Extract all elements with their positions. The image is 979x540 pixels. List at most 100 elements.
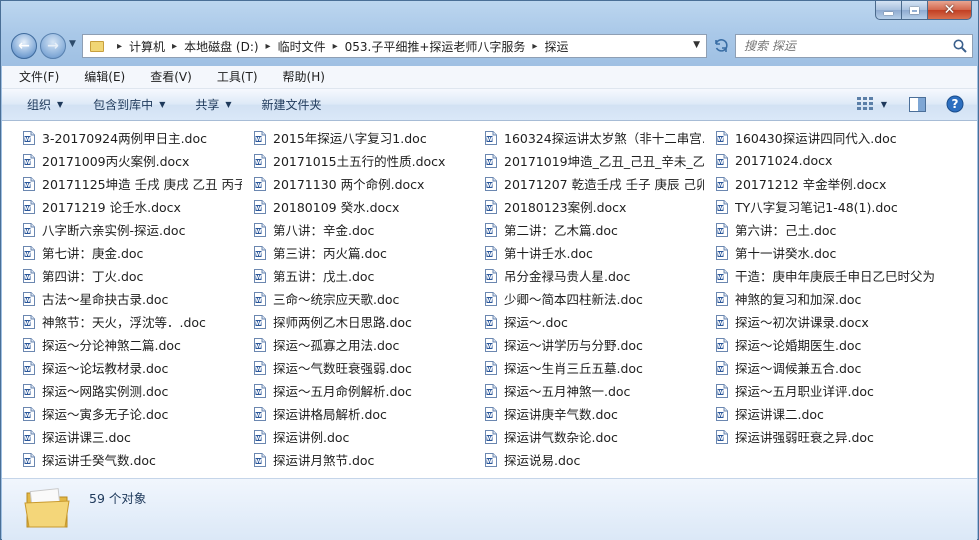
file-item[interactable]: W 探运讲庚辛气数.doc <box>485 402 716 425</box>
file-item[interactable]: W 第十讲壬水.doc <box>485 241 716 264</box>
file-item[interactable]: W 探运讲气数杂论.doc <box>485 425 716 448</box>
file-item[interactable]: W 探运～五月命例解析.doc <box>254 379 485 402</box>
address-bar[interactable]: ▸ 计算机 ▸ 本地磁盘 (D:) ▸ 临时文件 ▸ 053.子平细推+探运老师… <box>82 34 707 58</box>
file-item[interactable]: W TY八字复习笔记1-48(1).doc <box>716 195 947 218</box>
search-input[interactable] <box>736 38 946 54</box>
file-item[interactable]: W 八字断六亲实例-探运.doc <box>23 218 254 241</box>
file-item[interactable]: W 探运讲课三.doc <box>23 425 254 448</box>
file-item[interactable]: W 探运～孤寡之用法.doc <box>254 333 485 356</box>
view-options-button[interactable] <box>853 93 877 115</box>
file-item[interactable]: W 探运～网路实例测.doc <box>23 379 254 402</box>
back-button[interactable]: ← <box>11 33 37 59</box>
file-item[interactable]: W 神煞的复习和加深.doc <box>716 287 947 310</box>
breadcrumb-computer[interactable]: 计算机 <box>129 38 165 55</box>
file-item[interactable]: W 160324探运讲太岁煞（非十二串宫... <box>485 126 716 149</box>
file-name: 探运讲格局解析.doc <box>273 407 387 422</box>
file-item[interactable]: W 探运～论坛教材录.doc <box>23 356 254 379</box>
include-library-button[interactable]: 包含到库中 ▼ <box>85 93 173 117</box>
file-item[interactable]: W 20171009丙火案例.docx <box>23 149 254 172</box>
file-item[interactable]: W 探运～.doc <box>485 310 716 333</box>
maximize-button[interactable] <box>902 1 928 20</box>
file-item[interactable]: W 探运～寅多无子论.doc <box>23 402 254 425</box>
minimize-button[interactable] <box>875 1 902 20</box>
breadcrumb-current[interactable]: 探运 <box>544 38 568 55</box>
file-item[interactable]: W 20171207 乾造壬戌 壬子 庚辰 己卯... <box>485 172 716 195</box>
file-item[interactable]: W 探运～讲学历与分野.doc <box>485 333 716 356</box>
file-item[interactable]: W 探运～分论神煞二篇.doc <box>23 333 254 356</box>
file-item[interactable]: W 探运讲壬癸气数.doc <box>23 448 254 471</box>
chevron-down-icon[interactable]: ▼ <box>693 40 700 50</box>
close-icon: ✕ <box>943 2 956 18</box>
menu-edit[interactable]: 编辑(E) <box>67 67 133 87</box>
chevron-right-icon[interactable]: ▸ <box>117 41 122 52</box>
file-item[interactable]: W 第三讲：丙火篇.doc <box>254 241 485 264</box>
chevron-right-icon[interactable]: ▸ <box>266 41 271 52</box>
search-icon[interactable] <box>952 38 968 54</box>
organize-button[interactable]: 组织 ▼ <box>19 93 71 117</box>
menu-tools[interactable]: 工具(T) <box>200 67 266 87</box>
file-item[interactable]: W 20171219 论壬水.docx <box>23 195 254 218</box>
word-document-icon: W <box>23 360 35 375</box>
recent-pages-dropdown[interactable]: ▼ <box>69 39 79 49</box>
file-item[interactable]: W 20171125坤造 壬戌 庚戌 乙丑 丙子... <box>23 172 254 195</box>
file-list-view[interactable]: W 3-20170924两例甲日主.doc W 2015年探运八字复习1.doc W 16… <box>2 121 977 478</box>
file-item[interactable]: W 探运～生肖三丘五墓.doc <box>485 356 716 379</box>
share-button[interactable]: 共享 ▼ <box>187 93 239 117</box>
chevron-right-icon[interactable]: ▸ <box>333 41 338 52</box>
file-item[interactable]: W 20171015土五行的性质.docx <box>254 149 485 172</box>
file-item[interactable]: W 20171019坤造_乙丑_己丑_辛未_乙... <box>485 149 716 172</box>
breadcrumb-drive[interactable]: 本地磁盘 (D:) <box>184 38 258 55</box>
file-item[interactable]: W 20171212 辛金举例.docx <box>716 172 947 195</box>
file-item[interactable]: W 神煞节：天火，浮沈等．.doc <box>23 310 254 333</box>
file-item[interactable]: W 探运讲强弱旺衰之异.doc <box>716 425 947 448</box>
file-item[interactable]: W 少卿～简本四柱新法.doc <box>485 287 716 310</box>
breadcrumb-temp[interactable]: 临时文件 <box>278 38 326 55</box>
file-item[interactable]: W 探运讲课二.doc <box>716 402 947 425</box>
file-item[interactable]: W 第七讲：庚金.doc <box>23 241 254 264</box>
file-item[interactable]: W 第十一讲癸水.doc <box>716 241 947 264</box>
file-item[interactable]: W 探师两例乙木日思路.doc <box>254 310 485 333</box>
file-item[interactable]: W 吊分金禄马贵人星.doc <box>485 264 716 287</box>
file-item[interactable]: W 探运～初次讲课录.docx <box>716 310 947 333</box>
file-item[interactable]: W 探运～气数旺衰强弱.doc <box>254 356 485 379</box>
chevron-right-icon[interactable]: ▸ <box>172 41 177 52</box>
file-item[interactable]: W 探运～论婚期医生.doc <box>716 333 947 356</box>
file-item[interactable]: W 20171130 两个命例.docx <box>254 172 485 195</box>
help-button[interactable]: ? <box>943 93 967 115</box>
file-name: 探运～讲学历与分野.doc <box>504 338 643 353</box>
refresh-button[interactable] <box>709 34 733 58</box>
file-item[interactable]: W 探运讲例.doc <box>254 425 485 448</box>
file-item[interactable]: W 2015年探运八字复习1.doc <box>254 126 485 149</box>
file-item[interactable]: W 20180109 癸水.docx <box>254 195 485 218</box>
file-item[interactable]: W 探运说易.doc <box>485 448 716 471</box>
chevron-right-icon[interactable]: ▸ <box>532 41 537 52</box>
file-item[interactable]: W 探运～调候兼五合.doc <box>716 356 947 379</box>
file-item[interactable]: W 探运讲格局解析.doc <box>254 402 485 425</box>
file-item[interactable]: W 探运～五月神煞一.doc <box>485 379 716 402</box>
file-item[interactable]: W 160430探运讲四同代入.doc <box>716 126 947 149</box>
file-item[interactable]: W 古法～星命抉古录.doc <box>23 287 254 310</box>
file-item[interactable]: W 第五讲：戊土.doc <box>254 264 485 287</box>
preview-pane-button[interactable] <box>905 93 929 115</box>
file-item[interactable]: W 20180123案例.docx <box>485 195 716 218</box>
file-item[interactable]: W 20171024.docx <box>716 149 947 172</box>
close-button[interactable]: ✕ <box>928 1 972 20</box>
new-folder-button[interactable]: 新建文件夹 <box>254 93 330 117</box>
chevron-down-icon[interactable]: ▼ <box>877 93 891 115</box>
forward-button[interactable]: → <box>40 33 66 59</box>
svg-text:W: W <box>24 252 30 258</box>
menu-view[interactable]: 查看(V) <box>133 67 200 87</box>
file-item[interactable]: W 第二讲：乙木篇.doc <box>485 218 716 241</box>
file-name: 160430探运讲四同代入.doc <box>735 131 897 146</box>
file-item[interactable]: W 干造：庚申年庚辰壬申日乙巳时父为... <box>716 264 947 287</box>
file-item[interactable]: W 第八讲：辛金.doc <box>254 218 485 241</box>
file-item[interactable]: W 第六讲：己土.doc <box>716 218 947 241</box>
file-item[interactable]: W 探运讲月煞节.doc <box>254 448 485 471</box>
file-item[interactable]: W 三命～统宗应天歌.doc <box>254 287 485 310</box>
menu-file[interactable]: 文件(F) <box>2 67 67 87</box>
file-item[interactable]: W 第四讲：丁火.doc <box>23 264 254 287</box>
breadcrumb-service[interactable]: 053.子平细推+探运老师八字服务 <box>345 38 526 55</box>
menu-help[interactable]: 帮助(H) <box>266 67 333 87</box>
file-item[interactable]: W 3-20170924两例甲日主.doc <box>23 126 254 149</box>
file-item[interactable]: W 探运～五月职业详评.doc <box>716 379 947 402</box>
